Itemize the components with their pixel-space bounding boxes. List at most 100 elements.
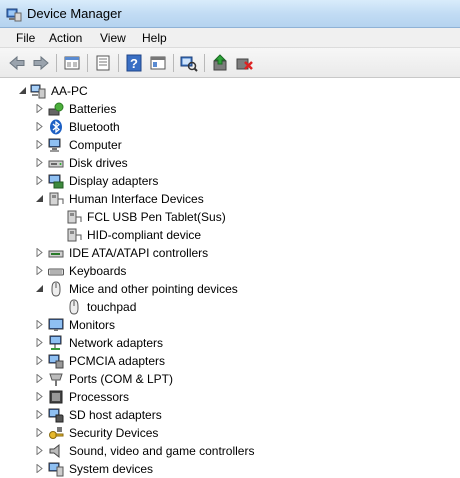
disk-drive-icon xyxy=(48,160,64,168)
tree-node-keyboards[interactable]: Keyboards xyxy=(0,262,440,280)
toolbar-separator xyxy=(118,54,119,72)
expand-arrow-icon[interactable] xyxy=(35,140,44,149)
tree-label: Monitors xyxy=(69,318,116,332)
hid-icon xyxy=(49,192,64,206)
collapse-arrow-icon[interactable] xyxy=(18,86,27,95)
toolbar-separator xyxy=(204,54,205,72)
tree-node-sd-host-adapters[interactable]: SD host adapters xyxy=(0,406,440,424)
tree-label: PCMCIA adapters xyxy=(69,354,166,368)
help-icon[interactable]: ? xyxy=(125,54,143,72)
tree-node-human-interface-devices[interactable]: Human Interface Devices xyxy=(0,190,440,208)
display-adapter-icon xyxy=(48,174,64,189)
collapse-arrow-icon[interactable] xyxy=(35,194,44,203)
expand-arrow-icon[interactable] xyxy=(35,356,44,365)
tree-label: Network adapters xyxy=(69,336,164,350)
tree-label: AA-PC xyxy=(51,84,88,98)
tree-node-disk-drives[interactable]: Disk drives xyxy=(0,154,440,172)
pcmcia-icon xyxy=(48,354,64,369)
tree-node-sound[interactable]: Sound, video and game controllers xyxy=(0,442,440,460)
properties-icon[interactable] xyxy=(94,54,112,72)
tree-node-system-devices[interactable]: System devices xyxy=(0,460,440,478)
tree-label: Batteries xyxy=(69,102,117,116)
tree-node-mice[interactable]: Mice and other pointing devices xyxy=(0,280,440,298)
tree-label: Human Interface Devices xyxy=(69,192,204,206)
tree-node-ports[interactable]: Ports (COM & LPT) xyxy=(0,370,440,388)
svg-text:?: ? xyxy=(130,56,138,71)
tree-label: Security Devices xyxy=(69,426,159,440)
menu-help[interactable]: Help xyxy=(140,31,169,45)
update-driver-icon[interactable] xyxy=(211,54,229,72)
tree-label: IDE ATA/ATAPI controllers xyxy=(69,246,209,260)
expand-arrow-icon[interactable] xyxy=(35,320,44,329)
expand-arrow-icon[interactable] xyxy=(35,248,44,257)
expand-arrow-icon[interactable] xyxy=(35,392,44,401)
collapse-arrow-icon[interactable] xyxy=(35,284,44,293)
device-manager-icon xyxy=(6,8,22,22)
tree-node-display-adapters[interactable]: Display adapters xyxy=(0,172,440,190)
show-hide-icon[interactable] xyxy=(149,54,167,72)
system-device-icon xyxy=(48,462,64,477)
port-icon xyxy=(49,373,63,386)
up-level-icon[interactable] xyxy=(63,54,81,72)
expand-arrow-icon[interactable] xyxy=(35,338,44,347)
device-tree: AA-PC Batteries Bluetooth Computer Disk … xyxy=(0,78,460,478)
keyboard-icon xyxy=(48,268,64,276)
security-key-icon xyxy=(49,427,64,439)
tree-node-security-devices[interactable]: Security Devices xyxy=(0,424,440,442)
processor-icon xyxy=(49,390,63,404)
expand-arrow-icon[interactable] xyxy=(35,428,44,437)
tree-label: Processors xyxy=(69,390,130,404)
expand-arrow-icon[interactable] xyxy=(35,104,44,113)
menu-action[interactable]: Action xyxy=(47,31,84,45)
expand-arrow-icon[interactable] xyxy=(35,410,44,419)
tree-label: Sound, video and game controllers xyxy=(69,444,255,458)
speaker-icon xyxy=(49,443,60,459)
toolbar-separator xyxy=(87,54,88,72)
tree-label: Display adapters xyxy=(69,174,159,188)
tree-label: Mice and other pointing devices xyxy=(69,282,238,296)
tree-node-network-adapters[interactable]: Network adapters xyxy=(0,334,440,352)
tree-node-computer[interactable]: Computer xyxy=(0,136,440,154)
expand-arrow-icon[interactable] xyxy=(35,266,44,275)
hid-icon xyxy=(67,210,82,224)
bluetooth-icon xyxy=(50,119,62,135)
mouse-icon xyxy=(51,281,61,297)
tree-node-fcl-usb-pen-tablet[interactable]: FCL USB Pen Tablet(Sus) xyxy=(0,208,440,226)
tree-label: Ports (COM & LPT) xyxy=(69,372,174,386)
tree-node-touchpad[interactable]: touchpad xyxy=(0,298,440,316)
title-bar[interactable]: Device Manager xyxy=(0,0,460,28)
tree-label: touchpad xyxy=(87,300,137,314)
tree-label: FCL USB Pen Tablet(Sus) xyxy=(87,210,226,224)
network-adapter-icon xyxy=(49,335,62,350)
tree-node-batteries[interactable]: Batteries xyxy=(0,100,440,118)
scan-hardware-icon[interactable] xyxy=(180,54,198,72)
expand-arrow-icon[interactable] xyxy=(35,122,44,131)
tree-node-monitors[interactable]: Monitors xyxy=(0,316,440,334)
tree-label: HID-compliant device xyxy=(87,228,202,242)
tree-label: Disk drives xyxy=(69,156,128,170)
battery-icon xyxy=(48,102,64,116)
monitor-icon xyxy=(48,318,64,331)
hid-icon xyxy=(67,228,82,242)
tree-node-pcmcia-adapters[interactable]: PCMCIA adapters xyxy=(0,352,440,370)
tree-node-bluetooth[interactable]: Bluetooth xyxy=(0,118,440,136)
tree-node-hid-compliant-device[interactable]: HID-compliant device xyxy=(0,226,440,244)
expand-arrow-icon[interactable] xyxy=(35,374,44,383)
forward-icon[interactable] xyxy=(32,54,50,72)
tree-node-ide-controllers[interactable]: IDE ATA/ATAPI controllers xyxy=(0,244,440,262)
tree-node-processors[interactable]: Processors xyxy=(0,388,440,406)
mouse-icon xyxy=(69,299,79,315)
tree-label: System devices xyxy=(69,462,154,476)
expand-arrow-icon[interactable] xyxy=(35,176,44,185)
menu-file[interactable]: File xyxy=(14,31,37,45)
menu-view[interactable]: View xyxy=(98,31,128,45)
sd-card-icon xyxy=(48,408,64,423)
tree-node-root[interactable]: AA-PC xyxy=(0,82,440,100)
back-icon[interactable] xyxy=(8,54,26,72)
expand-arrow-icon[interactable] xyxy=(35,446,44,455)
uninstall-icon[interactable] xyxy=(235,54,253,72)
tree-label: Computer xyxy=(69,138,122,152)
expand-arrow-icon[interactable] xyxy=(35,158,44,167)
expand-arrow-icon[interactable] xyxy=(35,464,44,473)
toolbar: ? xyxy=(0,48,460,78)
